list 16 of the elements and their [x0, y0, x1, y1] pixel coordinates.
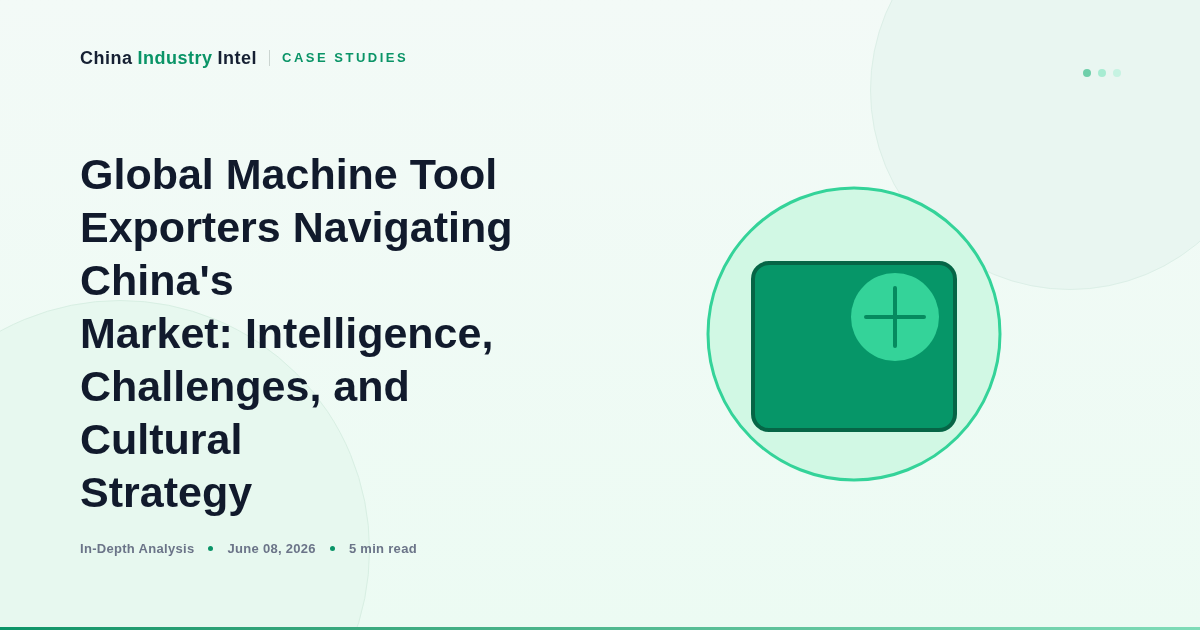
brand-word: Industry [137, 46, 213, 70]
meta-text: June 08, 2026 [227, 540, 316, 558]
bullet-icon [329, 546, 335, 552]
headline-line: Global Machine Tool [80, 149, 498, 200]
meta-text: 5 min read [348, 540, 417, 558]
headline-line: Cultural [80, 414, 243, 465]
headline-line: Strategy [80, 467, 253, 518]
meta-text: In-Depth Analysis [80, 540, 195, 558]
brand-word: China [80, 46, 133, 70]
headline-line: Market: Intelligence, [80, 308, 494, 359]
headline-line: Exporters Navigating [80, 202, 513, 253]
headline-line: Challenges, and [80, 361, 410, 412]
bullet-icon [208, 546, 214, 552]
headline-line: China's [80, 255, 234, 306]
category-label: CASE STUDIES [282, 49, 409, 68]
brand-word: Intel [217, 46, 258, 70]
